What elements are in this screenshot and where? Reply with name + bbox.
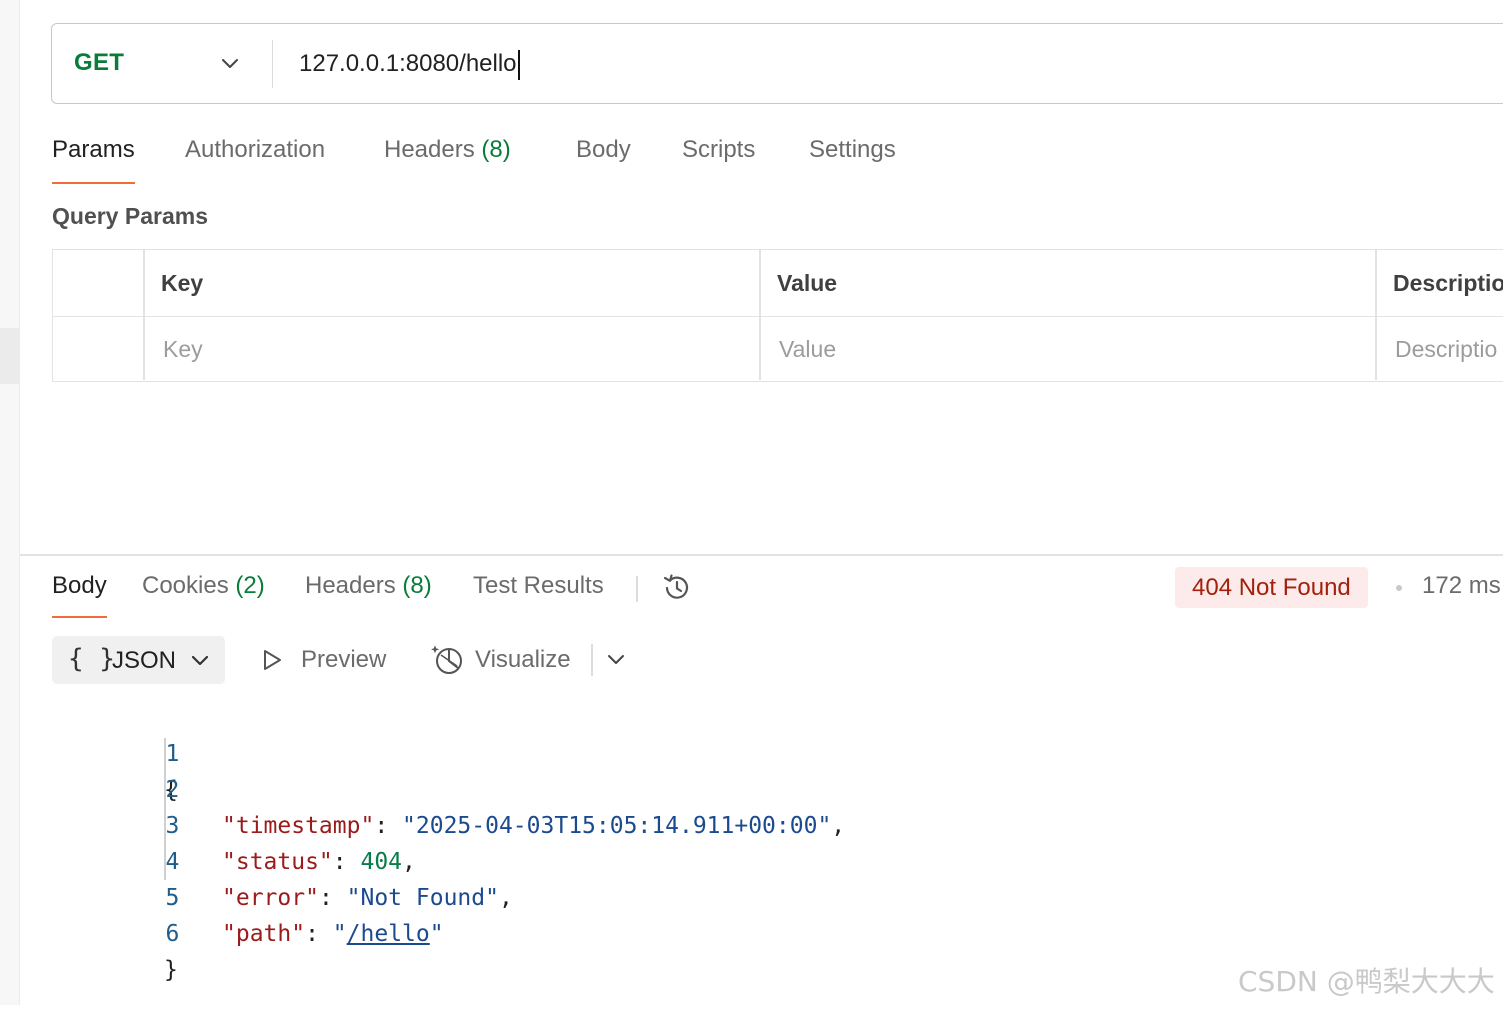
status-badge[interactable]: 404 Not Found <box>1175 567 1368 608</box>
json-quote: " <box>429 921 444 947</box>
json-quote: " <box>332 921 347 947</box>
json-comma: , <box>498 885 513 911</box>
sidebar-resize-handle[interactable] <box>0 328 19 384</box>
text-caret <box>517 49 520 80</box>
key-input[interactable]: Key <box>163 316 753 382</box>
method-select[interactable]: GET <box>74 24 254 102</box>
history-icon[interactable] <box>660 571 694 605</box>
json-colon: : <box>374 813 403 839</box>
chevron-down-icon <box>191 655 209 666</box>
tab-response-body[interactable]: Body <box>52 572 107 618</box>
json-colon: : <box>305 921 333 947</box>
line-number: 2 <box>165 777 180 803</box>
code-text: "path": "/hello" <box>222 916 444 952</box>
braces-icon: { } <box>68 644 115 674</box>
tab-count: (2) <box>235 572 265 599</box>
json-key: "status" <box>222 849 333 875</box>
tab-label: Body <box>52 572 107 599</box>
tab-settings[interactable]: Settings <box>809 136 896 184</box>
visualize-icon <box>431 645 462 674</box>
column-header-key: Key <box>161 270 204 296</box>
tab-label: Cookies <box>142 572 229 599</box>
watermark: CSDN @鸭梨大大大 <box>1238 965 1495 998</box>
tab-count: (8) <box>402 572 432 599</box>
table-row: Key Value Descriptio <box>53 316 1503 382</box>
visualize-label: Visualize <box>475 646 571 673</box>
format-label: JSON <box>112 647 177 674</box>
column-header-value: Value <box>777 270 838 296</box>
left-sidebar-rail <box>0 0 20 1005</box>
tab-label: Authorization <box>185 136 326 163</box>
json-number: 404 <box>360 849 403 875</box>
json-key: "timestamp" <box>222 813 375 839</box>
tab-scripts[interactable]: Scripts <box>682 136 755 184</box>
tab-test-results[interactable]: Test Results <box>473 572 604 618</box>
tab-label: Body <box>576 136 631 163</box>
column-header-description: Descriptio <box>1393 270 1503 296</box>
path-link[interactable]: /hello <box>347 921 430 947</box>
line-number: 1 <box>165 741 180 767</box>
line-number: 4 <box>165 849 180 875</box>
tab-label: Test Results <box>473 572 604 599</box>
code-text: "error": "Not Found", <box>222 880 513 916</box>
code-line: 3 "status": 404, <box>60 772 416 875</box>
line-number: 3 <box>165 813 180 839</box>
code-line: 2 "timestamp": "2025-04-03T15:05:14.911+… <box>60 736 846 839</box>
json-colon: : <box>318 885 347 911</box>
query-params-table: Key Value Descriptio Key Value Descripti… <box>52 249 1503 382</box>
tab-label: Settings <box>809 136 896 163</box>
tab-count: (8) <box>481 136 511 163</box>
url-divider <box>272 40 273 88</box>
url-input[interactable]: 127.0.0.1:8080/hello <box>299 44 520 84</box>
code-text: } <box>164 957 178 983</box>
play-icon <box>264 650 281 670</box>
method-label: GET <box>74 49 125 76</box>
json-string: "Not Found" <box>346 885 499 911</box>
tab-authorization[interactable]: Authorization <box>185 136 325 184</box>
tab-response-headers[interactable]: Headers (8) <box>305 572 432 618</box>
chevron-down-icon[interactable] <box>604 647 628 671</box>
tab-label: Scripts <box>682 136 756 163</box>
value-input[interactable]: Value <box>779 316 1369 382</box>
line-number: 5 <box>165 885 180 911</box>
url-bar: GET 127.0.0.1:8080/hello <box>51 23 1503 104</box>
tab-label: Params <box>52 136 135 163</box>
tab-cookies[interactable]: Cookies (2) <box>142 572 265 618</box>
json-string: "2025-04-03T15:05:14.911+00:00" <box>402 813 832 839</box>
json-key: "path" <box>222 921 306 947</box>
status-separator-dot <box>1396 585 1402 591</box>
json-colon: : <box>332 849 361 875</box>
tab-headers[interactable]: Headers (8) <box>384 136 511 184</box>
json-key: "error" <box>222 885 319 911</box>
code-text: "status": 404, <box>222 844 416 880</box>
json-comma: , <box>831 813 846 839</box>
code-line: 1 { <box>60 700 179 803</box>
url-text: 127.0.0.1:8080/hello <box>299 50 517 77</box>
tab-body[interactable]: Body <box>576 136 631 184</box>
chevron-down-icon <box>222 59 238 68</box>
format-select[interactable]: { } JSON <box>52 636 225 684</box>
description-input[interactable]: Descriptio <box>1395 316 1503 382</box>
preview-label: Preview <box>301 646 387 673</box>
code-text: "timestamp": "2025-04-03T15:05:14.911+00… <box>222 808 845 844</box>
toolbar-separator <box>591 644 593 676</box>
code-line: 4 "error": "Not Found", <box>60 808 513 911</box>
table-header-row: Key Value Descriptio <box>53 250 1503 317</box>
response-pane-divider[interactable] <box>20 554 1503 556</box>
query-params-title: Query Params <box>52 203 208 229</box>
code-line: 5 "path": "/hello" <box>60 844 444 947</box>
code-line: 6 } <box>60 880 179 983</box>
tab-params[interactable]: Params <box>52 136 135 184</box>
json-comma: , <box>402 849 416 875</box>
tab-label: Headers <box>384 136 475 163</box>
tab-label: Headers <box>305 572 396 599</box>
line-number: 6 <box>165 921 180 947</box>
tab-separator <box>636 576 638 602</box>
response-time[interactable]: 172 ms <box>1422 572 1501 600</box>
